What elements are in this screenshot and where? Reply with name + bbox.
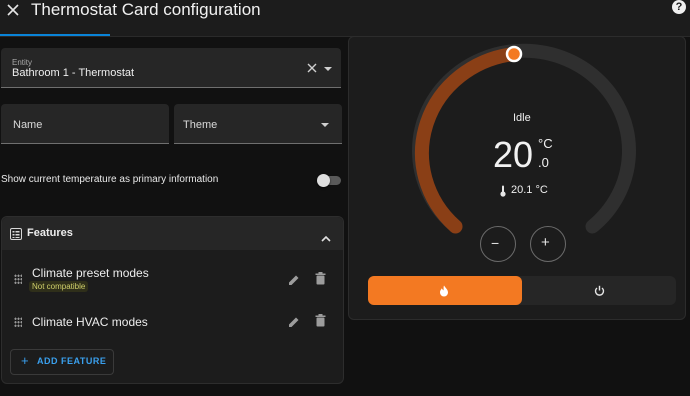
close-icon[interactable] [5,2,29,26]
target-decimal: .0 [538,155,549,170]
add-feature-label: ADD FEATURE [37,356,107,366]
not-compatible-badge: Not compatible [29,281,89,292]
list-icon [10,227,22,245]
temperature-unit: °C [538,136,553,151]
primary-toggle-label: Show current temperature as primary info… [1,174,219,185]
dial-handle[interactable] [505,45,523,63]
features-title: Features [27,227,73,239]
chevron-down-icon[interactable] [321,123,329,127]
chevron-down-icon[interactable] [324,67,332,71]
flame-icon [439,284,449,302]
drag-handle-icon[interactable] [14,317,22,328]
edit-icon[interactable] [288,315,300,333]
edit-icon[interactable] [288,273,300,291]
target-temperature: 20 [493,134,534,175]
entity-value: Bathroom 1 - Thermostat [12,67,135,79]
chevron-up-icon[interactable] [321,229,331,247]
drag-handle-icon[interactable] [14,274,22,285]
plus-icon: + [541,234,550,251]
active-tab-indicator [0,34,110,36]
hvac-status: Idle [513,112,531,124]
toggle-knob[interactable] [317,174,330,187]
power-icon [594,284,605,302]
plus-icon: + [21,353,29,368]
minus-icon: − [491,235,500,251]
name-placeholder: Name [13,119,43,131]
delete-icon[interactable] [315,272,326,290]
theme-placeholder: Theme [183,119,218,131]
help-icon[interactable]: ? [672,0,686,14]
feature-title: Climate preset modes [32,266,149,280]
thermometer-icon [499,184,507,202]
entity-label: Entity [12,58,33,67]
current-temperature: 20.1 °C [511,184,548,196]
clear-icon[interactable] [306,62,318,76]
dialog-title: Thermostat Card configuration [31,0,261,19]
delete-icon[interactable] [315,314,326,332]
feature-title: Climate HVAC modes [32,315,148,329]
